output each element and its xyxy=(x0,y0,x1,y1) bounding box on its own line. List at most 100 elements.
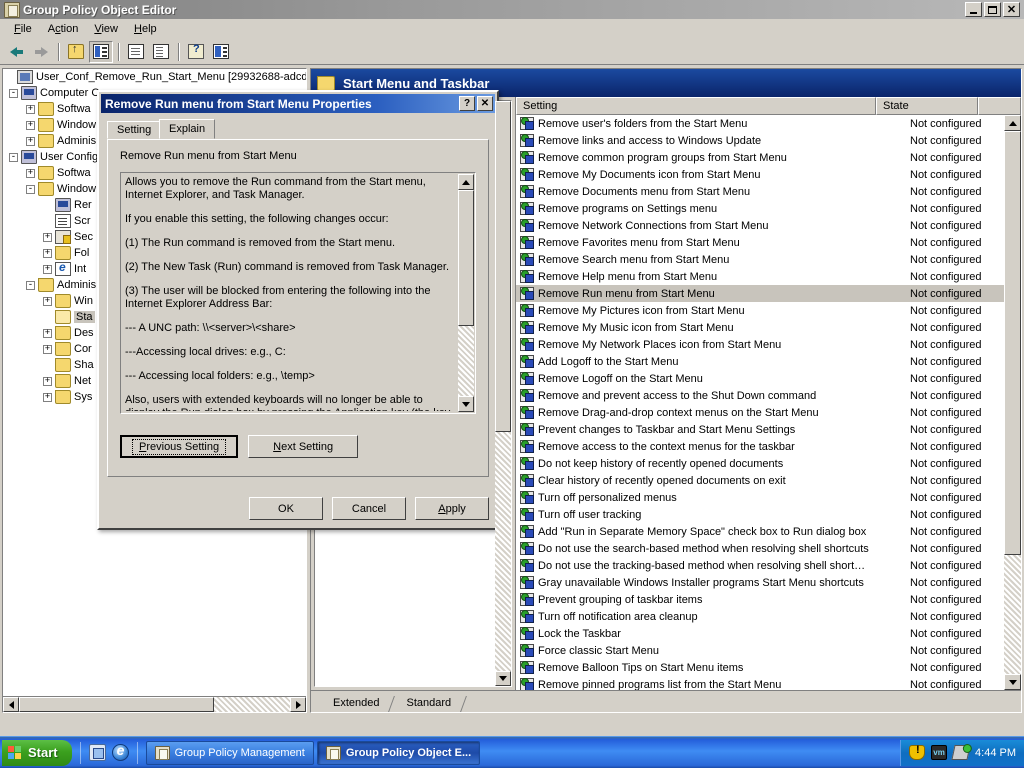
table-row[interactable]: Remove My Documents icon from Start Menu… xyxy=(516,166,1004,183)
dialog-tab-explain[interactable]: Explain xyxy=(159,119,216,139)
settings-list[interactable]: Setting State Remove user's folders from… xyxy=(516,97,1021,690)
column-header-setting[interactable]: Setting xyxy=(516,97,876,115)
expand-icon[interactable]: + xyxy=(43,248,52,258)
table-row[interactable]: Do not keep history of recently opened d… xyxy=(516,455,1004,472)
collapse-icon[interactable]: - xyxy=(9,152,18,162)
expand-icon[interactable]: + xyxy=(43,392,52,402)
collapse-icon[interactable]: - xyxy=(26,280,35,290)
expand-icon[interactable]: + xyxy=(43,328,52,338)
apply-button[interactable]: Apply xyxy=(415,497,489,520)
table-row[interactable]: Remove Drag-and-drop context menus on th… xyxy=(516,404,1004,421)
task-button-group-policy-object-editor[interactable]: Group Policy Object E... xyxy=(316,740,481,765)
table-row[interactable]: Remove My Network Places icon from Start… xyxy=(516,336,1004,353)
collapse-icon[interactable]: - xyxy=(26,184,35,194)
minimize-button[interactable] xyxy=(965,2,982,17)
menu-action[interactable]: Action xyxy=(40,21,87,37)
expand-icon[interactable]: + xyxy=(43,232,52,242)
table-row[interactable]: Turn off personalized menus Not configure… xyxy=(516,489,1004,506)
expand-icon[interactable]: + xyxy=(26,104,35,114)
menu-view[interactable]: View xyxy=(86,21,126,37)
table-row[interactable]: Remove Run menu from Start Menu Not confi… xyxy=(516,285,1004,302)
menu-file[interactable]: File xyxy=(6,21,40,37)
explain-scroll-up-button[interactable] xyxy=(458,174,474,190)
table-row[interactable]: Prevent grouping of taskbar items Not con… xyxy=(516,591,1004,608)
cancel-button[interactable]: Cancel xyxy=(332,497,406,520)
settings-scroll-track[interactable] xyxy=(1004,131,1021,674)
tab-extended[interactable]: Extended xyxy=(319,694,391,712)
dialog-close-button[interactable]: ✕ xyxy=(477,96,493,111)
tab-standard[interactable]: Standard xyxy=(392,694,463,712)
maximize-restore-button[interactable] xyxy=(984,2,1001,17)
security-alert-shield-icon[interactable] xyxy=(909,744,926,760)
table-row[interactable]: Add Logoff to the Start Menu Not configur… xyxy=(516,353,1004,370)
table-row[interactable]: Remove Balloon Tips on Start Menu items N… xyxy=(516,659,1004,676)
back-icon[interactable] xyxy=(4,41,28,63)
table-row[interactable]: Remove links and access to Windows Updat… xyxy=(516,132,1004,149)
expand-icon[interactable]: + xyxy=(43,344,52,354)
settings-scroll-thumb[interactable] xyxy=(1004,131,1021,555)
explain-textbox[interactable]: Allows you to remove the Run command fro… xyxy=(120,172,476,414)
show-desktop-icon[interactable] xyxy=(88,744,106,761)
table-row[interactable]: Lock the Taskbar Not configured xyxy=(516,625,1004,642)
table-row[interactable]: Gray unavailable Windows Installer progr… xyxy=(516,574,1004,591)
table-row[interactable]: Remove Network Connections from Start Me… xyxy=(516,217,1004,234)
clock[interactable]: 4:44 PM xyxy=(975,747,1016,759)
table-row[interactable]: Remove access to the context menus for t… xyxy=(516,438,1004,455)
settings-list-rows[interactable]: Remove user's folders from the Start Men… xyxy=(516,115,1004,690)
table-row[interactable]: Remove My Music icon from Start Menu Not … xyxy=(516,319,1004,336)
table-row[interactable]: Remove Logoff on the Start Menu Not confi… xyxy=(516,370,1004,387)
expand-icon[interactable]: + xyxy=(26,136,35,146)
start-button[interactable]: Start xyxy=(2,739,72,766)
collapse-icon[interactable]: - xyxy=(9,88,18,98)
tree-scroll-right-button[interactable] xyxy=(290,697,306,712)
settings-scroll-up-button[interactable] xyxy=(1004,115,1021,131)
table-row[interactable]: Turn off notification area cleanup Not co… xyxy=(516,608,1004,625)
table-row[interactable]: Remove user's folders from the Start Men… xyxy=(516,115,1004,132)
vmware-tools-icon[interactable] xyxy=(931,745,948,760)
expand-icon[interactable]: + xyxy=(43,376,52,386)
tree-root-node[interactable]: User_Conf_Remove_Run_Start_Menu [2993268… xyxy=(3,69,306,85)
table-row[interactable]: Remove and prevent access to the Shut Do… xyxy=(516,387,1004,404)
export-list-icon[interactable] xyxy=(149,41,173,63)
expand-icon[interactable]: + xyxy=(26,120,35,130)
settings-scroll-down-button[interactable] xyxy=(1004,674,1021,690)
properties-icon[interactable] xyxy=(124,41,148,63)
explain-scroll-thumb[interactable] xyxy=(458,190,474,326)
expand-icon[interactable]: + xyxy=(43,296,52,306)
tree-scroll-track[interactable] xyxy=(19,697,290,712)
table-row[interactable]: Remove Favorites menu from Start Menu Not… xyxy=(516,234,1004,251)
table-row[interactable]: Do not use the tracking-based method whe… xyxy=(516,557,1004,574)
table-row[interactable]: Prevent changes to Taskbar and Start Men… xyxy=(516,421,1004,438)
table-row[interactable]: Remove Documents menu from Start Menu Not… xyxy=(516,183,1004,200)
task-button-group-policy-management[interactable]: Group Policy Management xyxy=(145,740,314,765)
previous-setting-button[interactable]: Previous Setting xyxy=(120,435,239,458)
up-one-level-icon[interactable] xyxy=(64,41,88,63)
close-button[interactable]: ✕ xyxy=(1003,2,1020,17)
tree-scroll-thumb[interactable] xyxy=(19,697,215,712)
table-row[interactable]: Remove Help menu from Start Menu Not conf… xyxy=(516,268,1004,285)
explain-scroll-track[interactable] xyxy=(458,190,474,396)
table-row[interactable]: Do not use the search-based method when … xyxy=(516,540,1004,557)
description-scroll-down-button[interactable] xyxy=(495,671,511,686)
tree-scroll-left-button[interactable] xyxy=(3,697,19,712)
table-row[interactable]: Remove pinned programs list from the Sta… xyxy=(516,676,1004,690)
table-row[interactable]: Remove My Pictures icon from Start Menu N… xyxy=(516,302,1004,319)
table-row[interactable]: Force classic Start Menu Not configured xyxy=(516,642,1004,659)
table-row[interactable]: Add "Run in Separate Memory Space" check… xyxy=(516,523,1004,540)
network-connection-icon[interactable] xyxy=(951,745,971,760)
show-hide-console-tree-icon[interactable] xyxy=(89,40,113,63)
table-row[interactable]: Remove programs on Settings menu Not conf… xyxy=(516,200,1004,217)
ok-button[interactable]: OK xyxy=(249,497,323,520)
show-hide-action-pane-icon[interactable] xyxy=(209,41,233,63)
description-scroll-track[interactable] xyxy=(495,101,511,671)
expand-icon[interactable]: + xyxy=(43,264,52,274)
help-icon[interactable] xyxy=(184,41,208,63)
explain-scrollbar[interactable] xyxy=(458,174,474,412)
settings-list-scrollbar[interactable] xyxy=(1004,115,1021,690)
expand-icon[interactable]: + xyxy=(26,168,35,178)
dialog-tab-setting[interactable]: Setting xyxy=(107,121,162,139)
internet-explorer-icon[interactable] xyxy=(111,742,129,761)
column-header-state[interactable]: State xyxy=(876,97,978,115)
table-row[interactable]: Clear history of recently opened documen… xyxy=(516,472,1004,489)
table-row[interactable]: Remove Search menu from Start Menu Not co… xyxy=(516,251,1004,268)
